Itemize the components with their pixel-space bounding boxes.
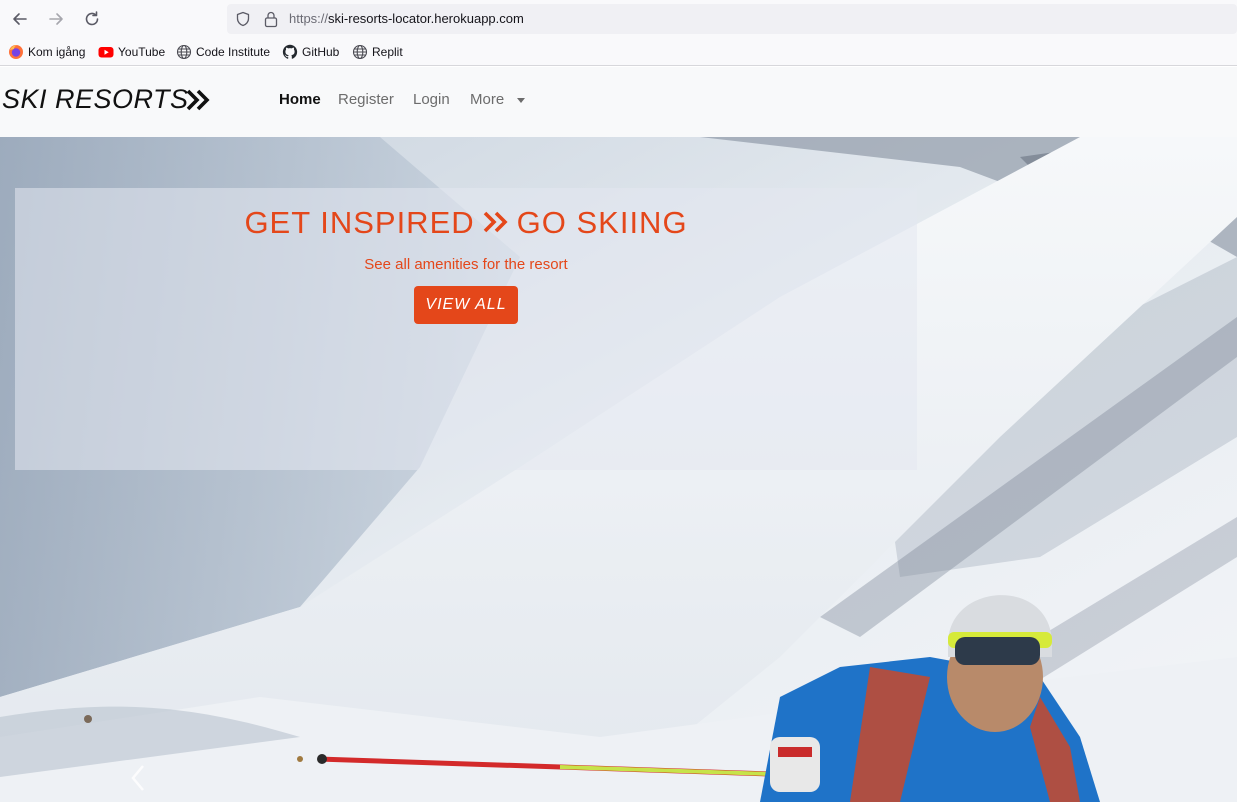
carousel-prev-icon[interactable] (128, 763, 148, 793)
url-host: ski-resorts-locator.herokuapp.com (328, 11, 524, 26)
forward-button[interactable] (45, 8, 67, 30)
nav-home[interactable]: Home (279, 91, 321, 108)
site-navbar: SKI RESORTS Home Register Login More (0, 67, 1237, 137)
bookmark-code-institute[interactable]: Code Institute (176, 44, 274, 60)
nav-login[interactable]: Login (413, 91, 450, 108)
firefox-icon (9, 45, 23, 59)
url-scheme: https:// (289, 11, 329, 26)
address-bar[interactable]: https://ski-resorts-locator.herokuapp.co… (227, 4, 1237, 34)
lock-icon[interactable] (263, 10, 279, 28)
nav-register[interactable]: Register (338, 91, 394, 108)
back-button[interactable] (9, 8, 31, 30)
globe-icon (176, 44, 192, 60)
youtube-icon (98, 47, 114, 58)
shield-icon[interactable] (235, 11, 251, 27)
bookmarks-toolbar: Kom igång YouTube Code Institute GitHub … (0, 38, 1237, 66)
nav-more-dropdown[interactable]: More (470, 91, 504, 108)
hero-caption-panel: GET INSPIRED GO SKIING See all amenities … (15, 188, 917, 470)
bookmark-kom-igang[interactable]: Kom igång (8, 44, 88, 60)
brand-logo[interactable]: SKI RESORTS (2, 84, 189, 118)
hero-carousel: GET INSPIRED GO SKIING See all amenities … (0, 137, 1237, 802)
bookmark-youtube[interactable]: YouTube (98, 44, 168, 60)
github-icon (282, 44, 298, 59)
arrow-right-icon (49, 13, 63, 25)
url-text[interactable]: https://ski-resorts-locator.herokuapp.co… (289, 11, 524, 26)
reload-button[interactable] (81, 8, 103, 30)
caret-down-icon (517, 98, 525, 103)
double-chevron-right-icon (483, 211, 508, 233)
bookmark-github[interactable]: GitHub (282, 44, 344, 60)
reload-icon (85, 11, 99, 26)
double-chevron-right-icon (186, 89, 210, 111)
hero-headline: GET INSPIRED GO SKIING (244, 205, 688, 240)
globe-icon (352, 44, 368, 60)
bookmark-replit[interactable]: Replit (352, 44, 408, 60)
view-all-button[interactable]: VIEW ALL (414, 286, 518, 324)
arrow-left-icon (13, 13, 27, 25)
hero-subline: See all amenities for the resort (364, 256, 568, 273)
browser-toolbar: https://ski-resorts-locator.herokuapp.co… (0, 0, 1237, 38)
